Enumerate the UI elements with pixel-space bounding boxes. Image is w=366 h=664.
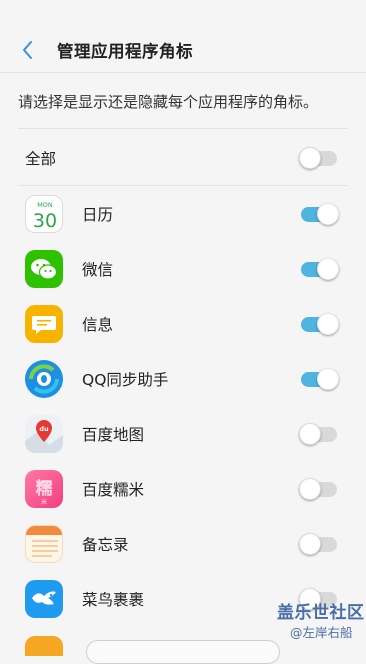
calendar-icon: MON 30 — [25, 194, 63, 233]
app-label: 信息 — [82, 315, 114, 334]
svg-text:30: 30 — [33, 210, 57, 232]
top-app-bar: 管理应用程序角标 — [0, 0, 366, 73]
app-row-wechat[interactable]: 微信 — [0, 241, 366, 296]
memo-icon — [25, 524, 63, 563]
app-row-messages[interactable]: 信息 — [0, 296, 366, 351]
wechat-icon — [25, 249, 63, 288]
description-text: 请选择是显示还是隐藏每个应用程序的角标。 — [18, 93, 319, 111]
wechat-badge-toggle[interactable] — [299, 257, 339, 281]
messages-icon — [25, 304, 63, 343]
all-apps-label: 全部 — [25, 149, 57, 168]
svg-text:米: 米 — [41, 498, 47, 506]
messages-badge-toggle[interactable] — [299, 312, 339, 336]
partial-app-icon — [25, 636, 63, 656]
page-title: 管理应用程序角标 — [57, 42, 193, 61]
all-apps-toggle[interactable] — [299, 146, 339, 170]
app-row-baidu-map[interactable]: du 百度地图 — [0, 406, 366, 461]
baidu-nuomi-icon: 糯 米 — [25, 469, 63, 508]
svg-text:du: du — [39, 425, 49, 433]
svg-text:MON: MON — [37, 201, 53, 209]
app-label: 日历 — [82, 205, 114, 224]
app-row-qq-sync[interactable]: QQ同步助手 — [0, 351, 366, 406]
watermark-text: 盖乐世社区 — [277, 603, 365, 623]
all-apps-row[interactable]: 全部 — [0, 130, 366, 185]
app-label: 百度糯米 — [82, 480, 145, 499]
watermark-author: @左岸右船 — [290, 625, 353, 640]
qq-sync-badge-toggle[interactable] — [299, 367, 339, 391]
baidu-map-badge-toggle[interactable] — [299, 422, 339, 446]
app-label: QQ同步助手 — [82, 370, 169, 389]
app-label: 微信 — [82, 260, 114, 279]
calendar-badge-toggle[interactable] — [299, 202, 339, 226]
svg-text:糯: 糯 — [36, 478, 53, 499]
baidu-nuomi-badge-toggle[interactable] — [299, 477, 339, 501]
memo-badge-toggle[interactable] — [299, 532, 339, 556]
baidu-map-icon: du — [25, 414, 63, 453]
partial-pill — [86, 640, 280, 664]
app-row-baidu-nuomi[interactable]: 糯 米 百度糯米 — [0, 461, 366, 516]
app-label: 菜鸟裹裹 — [82, 590, 145, 609]
app-row-calendar[interactable]: MON 30 日历 — [0, 186, 366, 241]
app-label: 百度地图 — [82, 425, 145, 444]
back-arrow-icon[interactable] — [14, 36, 42, 64]
app-label: 备忘录 — [82, 535, 129, 554]
cainiao-icon — [25, 579, 63, 618]
divider — [18, 128, 348, 129]
app-row-memo[interactable]: 备忘录 — [0, 516, 366, 571]
qq-sync-icon — [25, 359, 63, 398]
